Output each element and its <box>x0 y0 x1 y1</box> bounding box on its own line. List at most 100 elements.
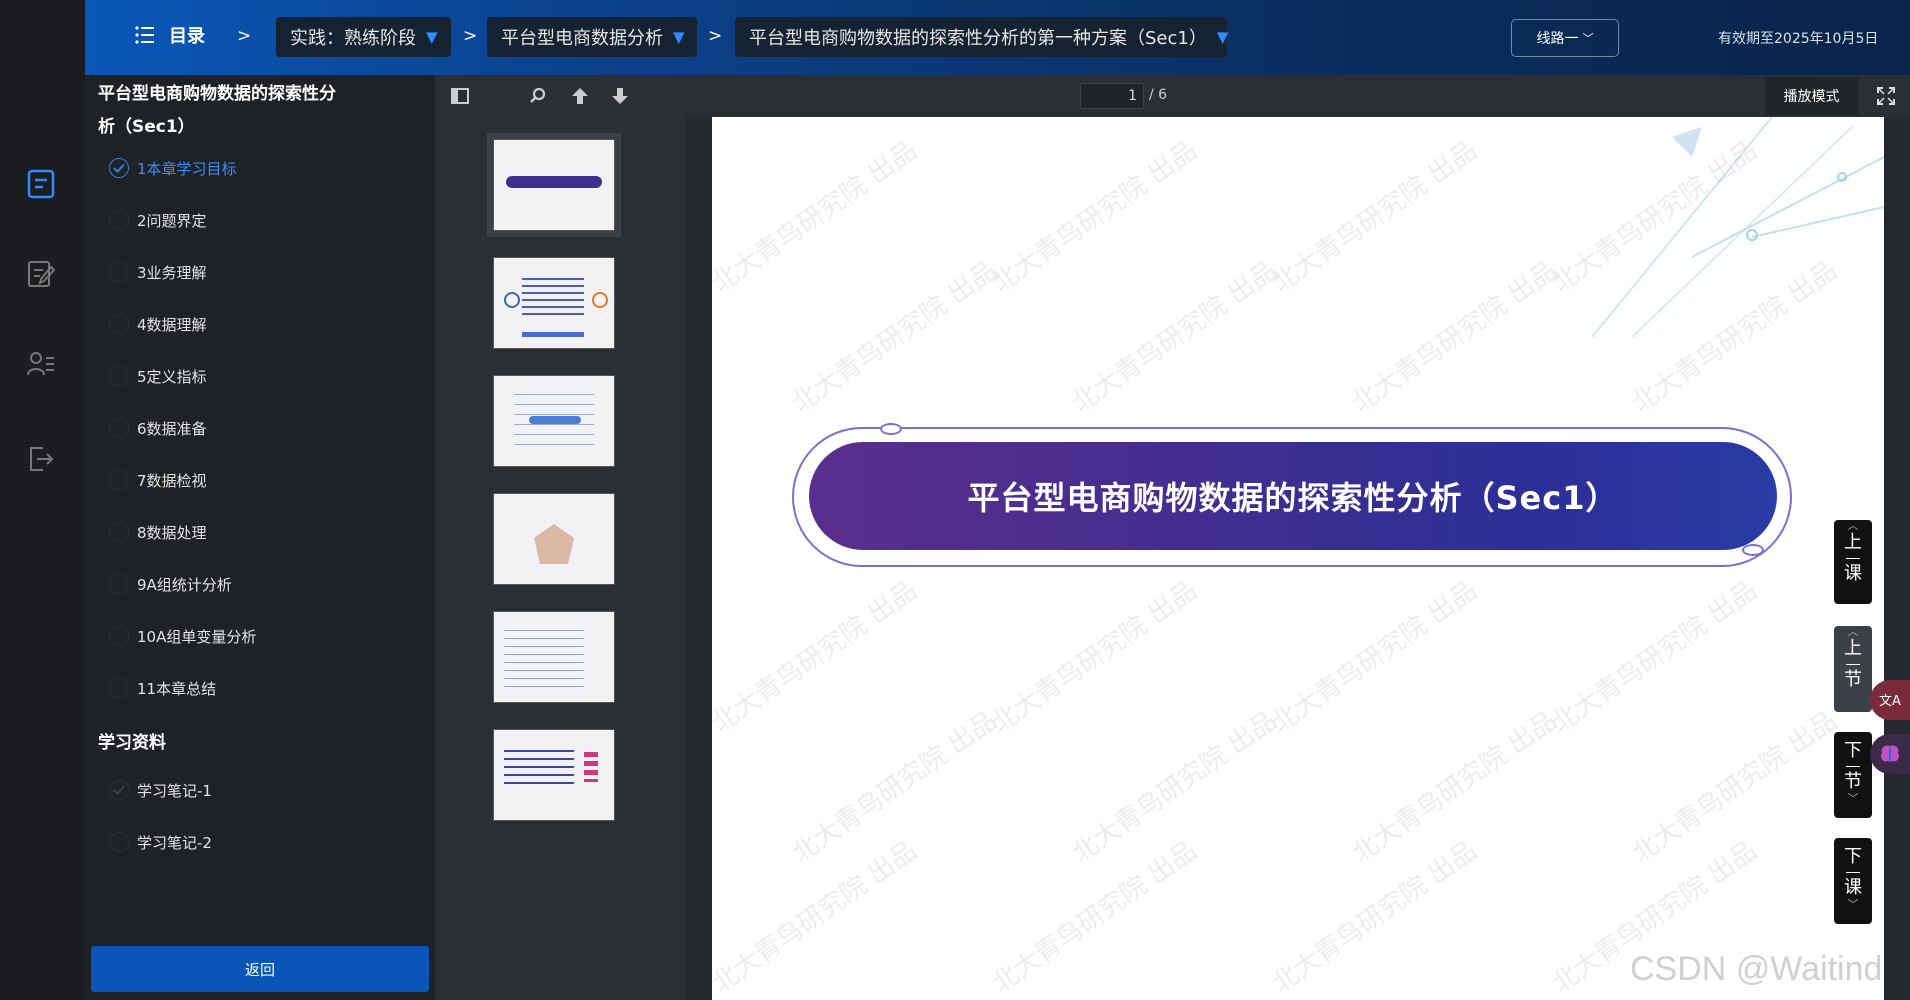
translate-icon[interactable]: 文A <box>1870 680 1910 720</box>
next-lesson-char: 课 <box>1844 877 1862 898</box>
play-mode-button[interactable]: 播放模式 <box>1765 77 1858 115</box>
circle-icon <box>109 210 129 230</box>
breadcrumb-stage[interactable]: 实践：熟练阶段 ▼ <box>276 17 451 57</box>
catalog-item[interactable]: 3业务理解 <box>109 259 207 285</box>
slide-page: 北大青鸟研究院 出品 北大青鸟研究院 出品 北大青鸟研究院 出品 北大青鸟研究院… <box>712 117 1884 1000</box>
exit-icon[interactable] <box>21 439 61 479</box>
slide-title: 平台型电商购物数据的探索性分析（Sec1） <box>967 479 1619 517</box>
next-section-button[interactable]: 下 节 ﹀ <box>1834 732 1872 818</box>
prev-lesson-char: 上 <box>1844 532 1862 553</box>
caret-down-icon: ▼ <box>1216 28 1229 46</box>
chevron-up-icon: ︿ <box>1847 625 1859 638</box>
material-item-label: 学习笔记-2 <box>137 833 212 852</box>
catalog-item-label: 10A组单变量分析 <box>137 627 257 646</box>
line-select-label: 线路一 <box>1536 31 1579 47</box>
breadcrumb-course-label: 平台型电商数据分析 <box>501 28 663 49</box>
divider <box>1846 872 1860 873</box>
next-section-char: 下 <box>1844 740 1862 761</box>
chevron-down-icon: ﹀ <box>1582 32 1594 45</box>
watermark-text: 北大青鸟研究院 出品 <box>712 135 923 300</box>
circle-icon <box>109 832 129 852</box>
next-lesson-button[interactable]: 下 课 ﹀ <box>1834 838 1872 924</box>
catalog-item[interactable]: 9A组统计分析 <box>109 571 232 597</box>
watermark-text: 北大青鸟研究院 出品 <box>786 255 1003 420</box>
breadcrumb-separator: > <box>463 26 478 46</box>
chevron-down-icon: ﹀ <box>1847 792 1859 805</box>
catalog-title: 平台型电商购物数据的探索性分析（Sec1） <box>98 84 336 137</box>
divider <box>1846 766 1860 767</box>
breadcrumb-lesson-label: 平台型电商购物数据的探索性分析的第一种方案（Sec1） <box>749 28 1207 49</box>
prev-lesson-button[interactable]: ︿ 上 课 <box>1834 520 1872 604</box>
material-item[interactable]: 学习笔记-1 <box>109 777 212 803</box>
watermark-text: 北大青鸟研究院 出品 <box>986 575 1203 740</box>
circle-icon <box>109 262 129 282</box>
notes-icon[interactable] <box>21 254 61 294</box>
fullscreen-icon[interactable] <box>1873 83 1899 109</box>
catalog-item-label: 5定义指标 <box>137 367 207 386</box>
thumbnail-panel <box>435 117 685 1000</box>
catalog-item-label: 4数据理解 <box>137 315 207 334</box>
prev-lesson-char: 课 <box>1844 563 1862 584</box>
prev-section-button[interactable]: ︿ 上 节 <box>1834 626 1872 712</box>
circle-icon <box>109 678 129 698</box>
watermark-text: 北大青鸟研究院 出品 <box>1066 255 1283 420</box>
prev-section-char: 上 <box>1844 638 1862 659</box>
catalog-menu-button[interactable]: 目录 <box>135 22 205 48</box>
catalog-item[interactable]: 5定义指标 <box>109 363 207 389</box>
next-lesson-char: 下 <box>1844 846 1862 867</box>
watermark-text: 北大青鸟研究院 出品 <box>1266 575 1483 740</box>
catalog-item[interactable]: 8数据处理 <box>109 519 207 545</box>
thumbnail-page-3[interactable] <box>493 375 615 467</box>
circle-icon <box>109 522 129 542</box>
chevron-down-icon: ﹀ <box>1847 898 1859 911</box>
users-icon[interactable] <box>21 344 61 384</box>
circle-icon <box>109 470 129 490</box>
catalog-item[interactable]: 11本章总结 <box>109 675 216 701</box>
banner-knob <box>880 423 902 435</box>
thumbnail-page-5[interactable] <box>493 611 615 703</box>
list-icon <box>135 26 154 44</box>
search-icon[interactable] <box>525 83 551 109</box>
validity-text: 有效期至2025年10月5日 <box>1718 31 1879 47</box>
line-select-button[interactable]: 线路一 ﹀ <box>1511 19 1619 57</box>
viewer-toolbar: / 6 播放模式 <box>435 75 1910 117</box>
back-button[interactable]: 返回 <box>91 946 429 992</box>
catalog-item[interactable]: 4数据理解 <box>109 311 207 337</box>
brain-icon[interactable] <box>1870 734 1910 774</box>
thumbnail-page-1[interactable] <box>487 133 621 237</box>
previous-page-icon[interactable] <box>567 83 593 109</box>
banner-knob <box>1742 544 1764 556</box>
circle-icon <box>109 366 129 386</box>
catalog-item[interactable]: 2问题界定 <box>109 207 207 233</box>
breadcrumb-course[interactable]: 平台型电商数据分析 ▼ <box>487 17 697 57</box>
breadcrumb-lesson[interactable]: 平台型电商购物数据的探索性分析的第一种方案（Sec1） ▼ <box>735 17 1229 57</box>
thumbnail-page-2[interactable] <box>493 257 615 349</box>
page-number-input[interactable] <box>1080 83 1144 109</box>
next-page-icon[interactable] <box>607 83 633 109</box>
catalog-item[interactable]: 10A组单变量分析 <box>109 623 256 649</box>
top-bar: 目录 > 实践：熟练阶段 ▼ > 平台型电商数据分析 ▼ > 平台型电商购物数据的探… <box>85 0 1910 75</box>
circle-icon <box>109 314 129 334</box>
divider <box>1846 664 1860 665</box>
catalog-item[interactable]: 7数据检视 <box>109 467 207 493</box>
catalog-item[interactable]: 6数据准备 <box>109 415 207 441</box>
breadcrumb-stage-label: 实践：熟练阶段 <box>290 28 416 49</box>
thumbnail-page-4[interactable] <box>493 493 615 585</box>
csdn-watermark: CSDN @Waitind <box>1630 950 1883 988</box>
catalog-item[interactable]: 1本章学习目标 <box>109 155 237 181</box>
watermark-text: 北大青鸟研究院 出品 <box>1346 255 1563 420</box>
prev-section-char: 节 <box>1844 669 1862 690</box>
caret-down-icon: ▼ <box>426 28 438 46</box>
catalog-item-label: 6数据准备 <box>137 419 207 438</box>
check-icon <box>109 780 129 800</box>
catalog-item-label: 7数据检视 <box>137 471 207 490</box>
sidebar-toggle-icon[interactable] <box>447 83 473 109</box>
divider <box>1846 558 1860 559</box>
material-item-label: 学习笔记-1 <box>137 781 212 800</box>
left-rail <box>0 0 85 1000</box>
catalog-icon[interactable] <box>21 164 61 204</box>
circle-icon <box>109 574 129 594</box>
thumbnail-page-6[interactable] <box>493 729 615 821</box>
breadcrumb-separator: > <box>237 26 252 46</box>
material-item[interactable]: 学习笔记-2 <box>109 829 212 855</box>
